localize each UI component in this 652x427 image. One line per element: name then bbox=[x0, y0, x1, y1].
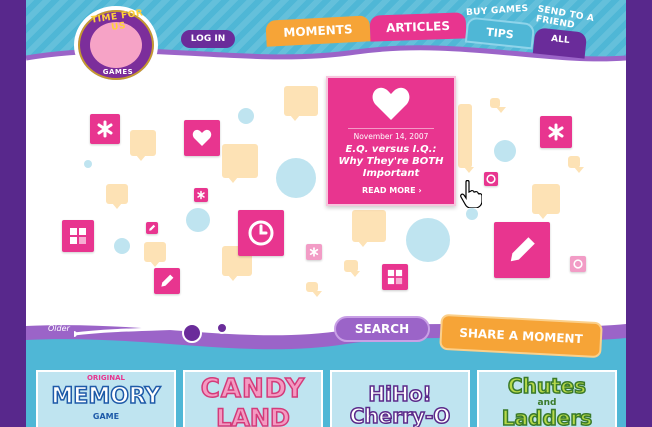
decor-speech bbox=[344, 260, 360, 277]
clock-icon bbox=[573, 259, 583, 269]
game-title-line: LAND bbox=[215, 403, 290, 427]
grid-tile[interactable] bbox=[62, 220, 94, 252]
decor-speech bbox=[144, 242, 166, 267]
decor-bubble bbox=[238, 108, 254, 124]
game-title-line: Chutes bbox=[507, 373, 587, 399]
decor-speech bbox=[284, 86, 318, 121]
game-title-line: ORIGINAL bbox=[86, 374, 126, 382]
search-button[interactable]: SEARCH bbox=[334, 316, 430, 342]
decor-bubble bbox=[406, 218, 450, 262]
game-title-line: GAME bbox=[92, 412, 120, 421]
clock-tile[interactable] bbox=[570, 256, 586, 272]
asterisk-icon bbox=[97, 120, 113, 138]
game-title-line: Cherry-O bbox=[349, 403, 451, 427]
tab-articles[interactable]: ARTICLES bbox=[369, 12, 467, 42]
game-tile-candy-land[interactable]: CANDY LAND bbox=[183, 370, 323, 427]
pencil-icon bbox=[510, 237, 535, 262]
clock-tile[interactable] bbox=[238, 210, 284, 256]
pencil-tile[interactable] bbox=[146, 222, 158, 234]
game-title-line: Ladders bbox=[501, 405, 593, 427]
tab-all[interactable]: ALL bbox=[532, 27, 588, 59]
login-button[interactable]: LOG IN bbox=[181, 30, 235, 48]
decor-speech bbox=[106, 184, 128, 209]
article-date: November 14, 2007 bbox=[353, 132, 429, 141]
decor-speech bbox=[130, 130, 156, 161]
timeline-slider[interactable] bbox=[74, 322, 254, 352]
hand-cursor-icon bbox=[460, 180, 482, 208]
decor-speech bbox=[352, 210, 386, 247]
heart-icon bbox=[192, 129, 212, 146]
asterisk-tile[interactable] bbox=[540, 116, 572, 148]
pencil-tile[interactable] bbox=[154, 268, 180, 294]
page: TIME FOR US GAMES LOG IN MOMENTS ARTICLE… bbox=[26, 0, 626, 427]
card-divider bbox=[348, 128, 434, 129]
game-title-line: MEMORY bbox=[51, 383, 162, 410]
clock-tile[interactable] bbox=[484, 172, 498, 186]
asterisk-tile[interactable] bbox=[90, 114, 120, 144]
pencil-icon bbox=[149, 224, 156, 231]
asterisk-icon bbox=[309, 247, 319, 257]
game-tile-memory[interactable]: ORIGINAL MEMORY GAME bbox=[36, 370, 176, 427]
decor-bubble bbox=[466, 208, 478, 220]
asterisk-tile[interactable] bbox=[306, 244, 322, 260]
clock-icon bbox=[486, 174, 496, 184]
heart-icon bbox=[372, 87, 410, 120]
pencil-tile[interactable] bbox=[494, 222, 550, 278]
decor-speech bbox=[532, 184, 560, 219]
decor-bubble bbox=[494, 140, 516, 162]
decor-bubble bbox=[114, 238, 130, 254]
game-tile-hiho-cherry-o[interactable]: HiHo! Cherry-O bbox=[330, 370, 470, 427]
logo-title: TIME FOR US bbox=[90, 8, 144, 33]
decor-bubble bbox=[186, 208, 210, 232]
tab-moments[interactable]: MOMENTS bbox=[265, 15, 371, 47]
decor-speech bbox=[490, 98, 506, 113]
clock-icon bbox=[248, 220, 274, 246]
pencil-icon bbox=[161, 274, 174, 287]
game-title-line: HiHo! bbox=[368, 381, 433, 407]
game-tile-chutes-and-ladders[interactable]: Chutes and Ladders bbox=[477, 370, 617, 427]
decor-speech bbox=[306, 282, 322, 297]
decor-speech bbox=[458, 104, 474, 173]
game-title-line: CANDY bbox=[200, 373, 306, 405]
asterisk-tile[interactable] bbox=[194, 188, 208, 202]
article-headline[interactable]: E.Q. versus I.Q.: Why They're BOTH Impor… bbox=[334, 144, 448, 180]
heart-tile[interactable] bbox=[184, 120, 220, 156]
timeline-older-label: Older bbox=[48, 324, 70, 333]
decor-bubble bbox=[84, 160, 92, 168]
timeline-newer-label: Newer bbox=[230, 316, 263, 326]
featured-article-card[interactable]: November 14, 2007 E.Q. versus I.Q.: Why … bbox=[326, 76, 456, 206]
decor-speech bbox=[222, 144, 258, 183]
asterisk-icon bbox=[548, 123, 564, 141]
read-more-link[interactable]: READ MORE › bbox=[362, 186, 422, 195]
grid-icon bbox=[387, 269, 403, 285]
decor-bubble bbox=[276, 158, 316, 198]
article-cloud: November 14, 2007 E.Q. versus I.Q.: Why … bbox=[26, 60, 626, 320]
decor-speech bbox=[568, 156, 584, 173]
asterisk-icon bbox=[197, 190, 205, 200]
grid-tile[interactable] bbox=[382, 264, 408, 290]
grid-icon bbox=[70, 228, 86, 244]
